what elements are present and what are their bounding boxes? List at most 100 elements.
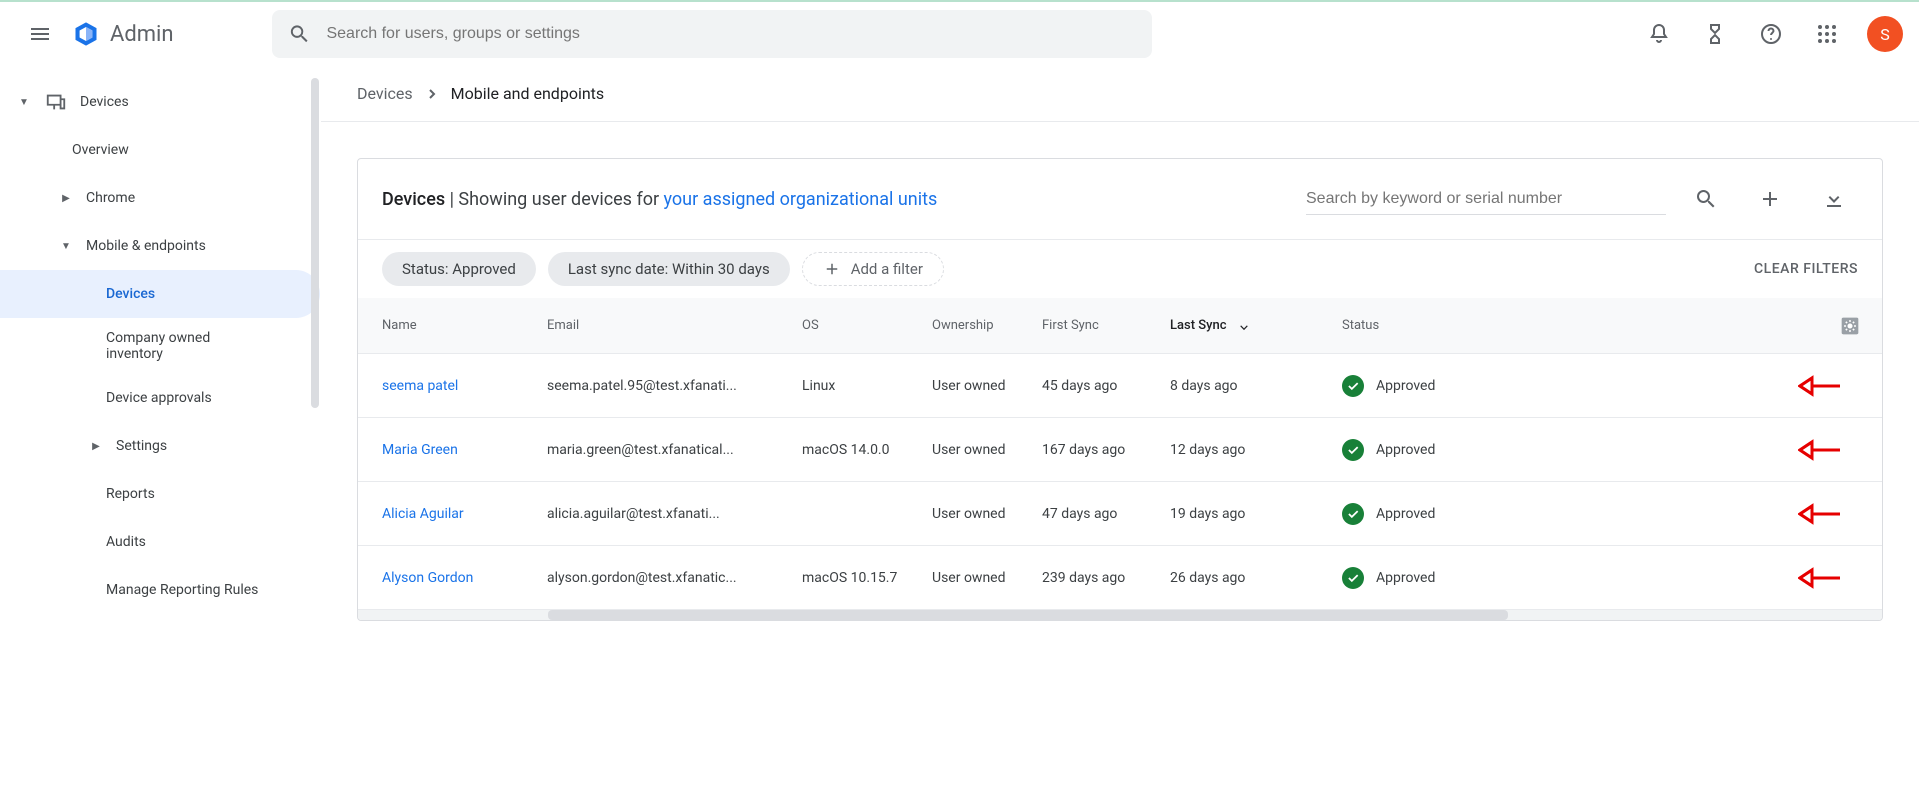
cell-first-sync: 45 days ago (1042, 378, 1170, 394)
scrollbar-thumb[interactable] (548, 610, 1508, 620)
cell-status: Approved (1342, 439, 1512, 461)
bell-icon (1647, 22, 1671, 46)
sidebar-item-company-inventory[interactable]: Company owned inventory (0, 318, 320, 374)
sidebar-item-devices[interactable]: Devices (0, 270, 320, 318)
plus-icon (823, 260, 841, 278)
horizontal-scrollbar[interactable] (358, 610, 1882, 620)
sidebar-item-settings[interactable]: ▶ Settings (0, 422, 320, 470)
hamburger-icon (28, 22, 52, 46)
th-first-sync[interactable]: First Sync (1042, 318, 1170, 333)
sidebar-item-audits[interactable]: Audits (0, 518, 320, 566)
cell-name[interactable]: Alicia Aguilar (382, 506, 547, 522)
plus-icon (1758, 187, 1782, 211)
global-search-input[interactable] (326, 25, 1135, 43)
cell-status: Approved (1342, 503, 1512, 525)
account-avatar[interactable]: S (1867, 16, 1903, 52)
logo-text: Admin (110, 22, 174, 47)
cell-first-sync: 47 days ago (1042, 506, 1170, 522)
apps-grid-icon (1817, 24, 1837, 44)
sidebar-item-device-approvals[interactable]: Device approvals (0, 374, 320, 422)
chevron-down-icon: ▼ (16, 97, 32, 108)
cell-email: seema.patel.95@test.xfanati... (547, 378, 802, 394)
sidebar-item-manage-reporting[interactable]: Manage Reporting Rules (0, 566, 320, 614)
logo-area[interactable]: Admin (72, 20, 174, 48)
add-device-button[interactable] (1746, 175, 1794, 223)
annotation-arrow-icon (1798, 375, 1842, 397)
th-status[interactable]: Status (1342, 318, 1512, 333)
cell-status: Approved (1342, 375, 1512, 397)
chevron-right-icon (427, 89, 437, 99)
cell-last-sync: 12 days ago (1170, 442, 1342, 458)
chevron-right-icon: ▶ (88, 441, 104, 452)
panel-title: Devices | Showing user devices for your … (382, 186, 937, 213)
cell-ownership: User owned (932, 378, 1042, 394)
search-icon (1694, 187, 1718, 211)
org-units-link[interactable]: your assigned organizational units (664, 189, 938, 210)
table-row[interactable]: seema patel seema.patel.95@test.xfanati.… (358, 354, 1882, 418)
sidebar-item-overview[interactable]: Overview (0, 126, 320, 174)
check-circle-icon (1342, 375, 1364, 397)
filter-chip-last-sync[interactable]: Last sync date: Within 30 days (548, 252, 790, 286)
cell-email: alicia.aguilar@test.xfanati... (547, 506, 802, 522)
tasks-button[interactable] (1691, 10, 1739, 58)
cell-email: maria.green@test.xfanatical... (547, 442, 802, 458)
sidebar-scrollbar[interactable] (311, 78, 319, 408)
table-row[interactable]: Maria Green maria.green@test.xfanatical.… (358, 418, 1882, 482)
main-menu-button[interactable] (16, 10, 64, 58)
table-row[interactable]: Alyson Gordon alyson.gordon@test.xfanati… (358, 546, 1882, 610)
search-icon (288, 22, 311, 46)
sidebar-item-chrome[interactable]: ▶ Chrome (0, 174, 320, 222)
panel-search-input[interactable] (1306, 184, 1666, 215)
th-last-sync[interactable]: Last Sync (1170, 318, 1342, 333)
help-button[interactable] (1747, 10, 1795, 58)
cell-status: Approved (1342, 567, 1512, 589)
gear-icon (1840, 316, 1860, 336)
cell-name[interactable]: seema patel (382, 378, 547, 394)
filter-chip-status[interactable]: Status: Approved (382, 252, 536, 286)
sidebar-item-mobile-endpoints[interactable]: ▼ Mobile & endpoints (0, 222, 320, 270)
breadcrumb-current: Mobile and endpoints (451, 84, 605, 103)
download-button[interactable] (1810, 175, 1858, 223)
sidebar-root-devices[interactable]: ▼ Devices (0, 78, 320, 126)
check-circle-icon (1342, 567, 1364, 589)
sidebar-item-reports[interactable]: Reports (0, 470, 320, 518)
cell-ownership: User owned (932, 442, 1042, 458)
cell-last-sync: 26 days ago (1170, 570, 1342, 586)
notifications-button[interactable] (1635, 10, 1683, 58)
panel-search-button[interactable] (1682, 175, 1730, 223)
cell-os: macOS 10.15.7 (802, 570, 932, 586)
hourglass-icon (1703, 22, 1727, 46)
chevron-down-icon: ▼ (58, 241, 74, 252)
th-ownership[interactable]: Ownership (932, 318, 1042, 333)
annotation-arrow-icon (1798, 503, 1842, 525)
cell-first-sync: 239 days ago (1042, 570, 1170, 586)
devices-table: Name Email OS Ownership First Sync Last … (358, 298, 1882, 610)
cell-last-sync: 19 days ago (1170, 506, 1342, 522)
clear-filters-button[interactable]: CLEAR FILTERS (1754, 261, 1858, 277)
th-name[interactable]: Name (382, 318, 547, 333)
table-settings-button[interactable] (1840, 316, 1860, 336)
filter-bar: Status: Approved Last sync date: Within … (358, 240, 1882, 298)
apps-button[interactable] (1803, 10, 1851, 58)
cell-name[interactable]: Maria Green (382, 442, 547, 458)
devices-panel: Devices | Showing user devices for your … (357, 158, 1883, 621)
annotation-arrow-icon (1798, 439, 1842, 461)
admin-logo-icon (72, 20, 100, 48)
cell-os: Linux (802, 378, 932, 394)
th-email[interactable]: Email (547, 318, 802, 333)
cell-email: alyson.gordon@test.xfanatic... (547, 570, 802, 586)
cell-ownership: User owned (932, 570, 1042, 586)
th-os[interactable]: OS (802, 318, 932, 333)
download-icon (1822, 187, 1846, 211)
global-search[interactable] (272, 10, 1152, 58)
cell-os: macOS 14.0.0 (802, 442, 932, 458)
table-header: Name Email OS Ownership First Sync Last … (358, 298, 1882, 354)
devices-icon (44, 91, 68, 113)
breadcrumb: Devices Mobile and endpoints (321, 66, 1919, 122)
breadcrumb-root[interactable]: Devices (357, 84, 413, 103)
table-row[interactable]: Alicia Aguilar alicia.aguilar@test.xfana… (358, 482, 1882, 546)
cell-first-sync: 167 days ago (1042, 442, 1170, 458)
cell-name[interactable]: Alyson Gordon (382, 570, 547, 586)
help-icon (1759, 22, 1783, 46)
add-filter-button[interactable]: Add a filter (802, 252, 944, 286)
